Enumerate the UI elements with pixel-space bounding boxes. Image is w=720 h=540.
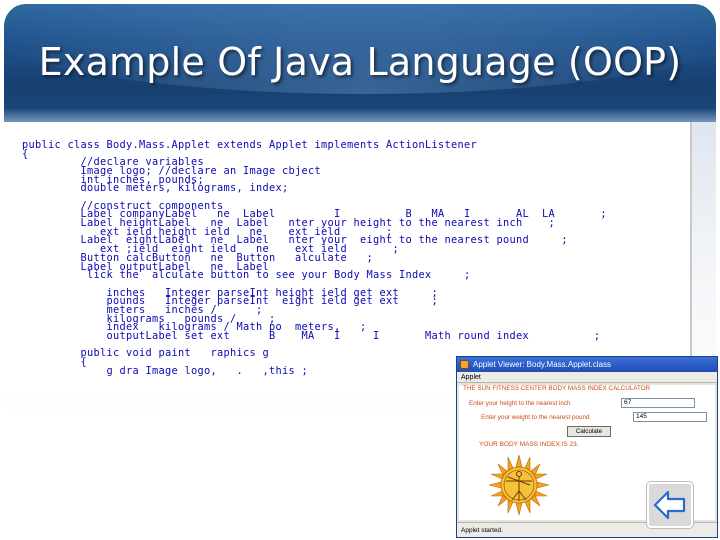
weight-input[interactable]: 145 <box>633 412 707 422</box>
slide-title: Example Of Java Language (OOP) <box>38 40 682 84</box>
sun-vitruvian-logo <box>488 454 550 516</box>
applet-window-title: Applet Viewer: Body.Mass.Applet.class <box>473 360 611 369</box>
applet-menubar: Applet <box>457 372 717 383</box>
code-line: public class Body.Mass.Applet extends Ap… <box>22 139 477 151</box>
applet-heading: THE SUN FITNESS CENTER BODY MASS INDEX C… <box>463 385 651 392</box>
calculate-button[interactable]: Calculate <box>567 426 611 437</box>
height-input[interactable]: 67 <box>621 398 695 408</box>
code-line: double meters, kilograms, index; <box>22 182 289 194</box>
code-line: lick the alculate button to see your Bod… <box>22 269 471 281</box>
code-line: g dra Image logo, . ,this ; <box>22 365 308 377</box>
height-label: Enter your height to the nearest inch <box>469 400 571 407</box>
back-button[interactable] <box>647 482 693 528</box>
slide-header: Example Of Java Language (OOP) <box>0 0 720 122</box>
back-arrow-icon <box>653 490 686 520</box>
code-line: outputLabel set ext B MA I I Math round … <box>22 330 601 342</box>
weight-label: Enter your weight to the nearest pound <box>481 414 590 421</box>
java-cup-icon <box>460 360 469 369</box>
bmi-result: YOUR BODY MASS INDEX IS 23. <box>479 441 579 448</box>
applet-titlebar: Applet Viewer: Body.Mass.Applet.class <box>457 357 717 372</box>
code-screenshot: public class Body.Mass.Applet extends Ap… <box>4 122 692 392</box>
applet-menu-item[interactable]: Applet <box>461 374 481 381</box>
